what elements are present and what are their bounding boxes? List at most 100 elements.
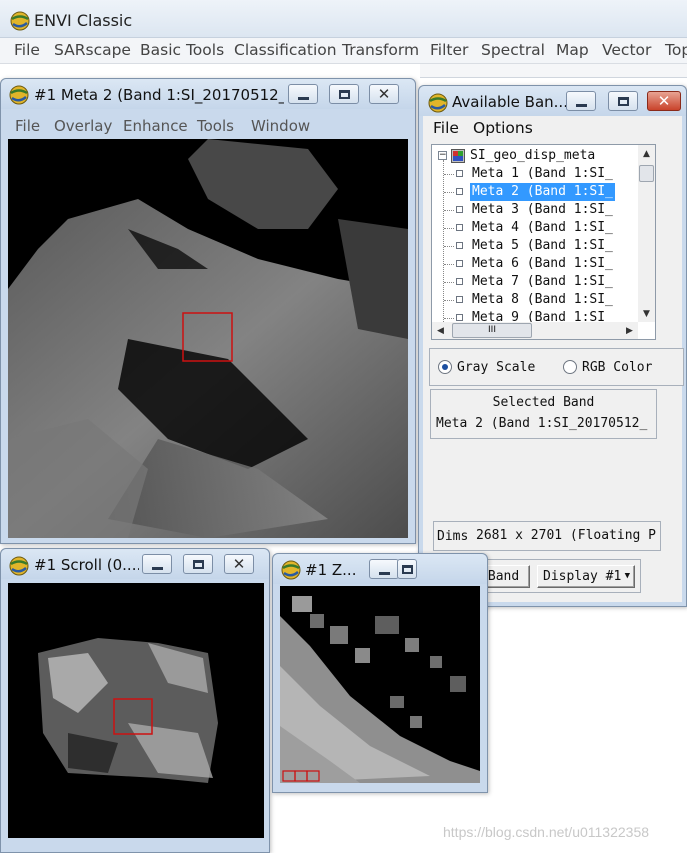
gray-scale-label[interactable]: Gray Scale — [457, 360, 535, 375]
band-item-label: Meta 8 (Band 1:SI_ — [472, 292, 613, 307]
dims-label: Dims — [437, 529, 469, 544]
minimize-button[interactable] — [566, 91, 596, 111]
menu-tools[interactable]: Tools — [197, 117, 234, 135]
scroll-up-icon[interactable]: ▲ — [638, 145, 655, 162]
close-button[interactable]: ✕ — [647, 91, 681, 111]
available-bands-window: Available Ban... ✕ File Options − SI_geo… — [418, 85, 687, 607]
menu-transform[interactable]: Transform — [342, 41, 419, 59]
image-window-title: #1 Meta 2 (Band 1:SI_20170512_... — [34, 86, 284, 104]
tree-horizontal-scrollbar[interactable]: ◀ III ▶ — [432, 322, 638, 339]
tree-guide-line — [444, 192, 454, 193]
band-item[interactable]: Meta 1 (Band 1:SI_ — [432, 165, 637, 183]
sar-image — [8, 139, 408, 538]
dropdown-arrow-icon: ▼ — [624, 571, 630, 581]
scroll-display[interactable] — [8, 583, 264, 838]
minimize-icon — [297, 96, 309, 100]
band-item[interactable]: Meta 8 (Band 1:SI_ — [432, 291, 637, 309]
maximize-button[interactable] — [329, 84, 359, 104]
band-item[interactable]: Meta 6 (Band 1:SI_ — [432, 255, 637, 273]
display-select-value: Display #1 — [543, 569, 622, 584]
scroll-down-icon[interactable]: ▼ — [638, 305, 655, 322]
band-leaf-icon — [456, 260, 463, 267]
scroll-window: #1 Scroll (0.... ✕ — [0, 548, 270, 853]
menu-window[interactable]: Window — [251, 117, 310, 135]
tree-guide-line — [444, 210, 454, 211]
maximize-button[interactable] — [397, 559, 417, 579]
watermark: https://blog.csdn.net/u011322358 — [443, 824, 650, 840]
menu-filter[interactable]: Filter — [430, 41, 468, 59]
envi-globe-icon — [10, 11, 30, 31]
menu-options[interactable]: Options — [473, 119, 533, 137]
band-item[interactable]: Meta 2 (Band 1:SI_ — [432, 183, 637, 201]
menu-spectral[interactable]: Spectral — [481, 41, 545, 59]
band-leaf-icon — [456, 314, 463, 321]
band-item-label: Meta 3 (Band 1:SI_ — [472, 202, 613, 217]
image-display[interactable] — [8, 139, 408, 538]
menu-overlay[interactable]: Overlay — [54, 117, 112, 135]
band-item-label: Meta 5 (Band 1:SI_ — [472, 238, 613, 253]
maximize-button[interactable] — [183, 554, 213, 574]
minimize-button[interactable] — [142, 554, 172, 574]
tree-vertical-scrollbar[interactable]: ▲ ▼ — [638, 145, 655, 322]
minimize-button[interactable] — [288, 84, 318, 104]
band-item[interactable]: Meta 3 (Band 1:SI_ — [432, 201, 637, 219]
menu-sarscape[interactable]: SARscape — [54, 41, 131, 59]
gray-scale-radio[interactable] — [438, 360, 452, 374]
rgb-color-label[interactable]: RGB Color — [582, 360, 652, 375]
close-button[interactable]: ✕ — [369, 84, 399, 104]
menu-file[interactable]: File — [433, 119, 459, 137]
main-title: ENVI Classic — [34, 11, 133, 30]
band-leaf-icon — [456, 278, 463, 285]
band-item-label: Meta 2 (Band 1:SI_ — [470, 183, 615, 201]
zoom-window-titlebar[interactable]: #1 Z... — [273, 554, 487, 584]
color-mode-group: Gray Scale RGB Color — [429, 348, 684, 386]
image-window-titlebar[interactable]: #1 Meta 2 (Band 1:SI_20170512_... ✕ — [1, 79, 415, 109]
selected-band-box: Selected Band Meta 2 (Band 1:SI_20170512… — [430, 389, 657, 439]
menu-topographic[interactable]: Top — [665, 41, 687, 59]
zoom-window-title: #1 Z... — [305, 561, 357, 579]
tree-guide-line — [444, 246, 454, 247]
scroll-thumb[interactable]: III — [452, 323, 532, 338]
scroll-thumb[interactable] — [639, 165, 654, 182]
tree-guide-line — [444, 174, 454, 175]
band-leaf-icon — [456, 188, 463, 195]
minimize-button[interactable] — [369, 559, 399, 579]
zoom-display[interactable] — [280, 586, 480, 783]
menu-file[interactable]: File — [14, 41, 40, 59]
maximize-button[interactable] — [608, 91, 638, 111]
menu-enhance[interactable]: Enhance — [123, 117, 188, 135]
menu-file[interactable]: File — [15, 117, 40, 135]
band-tree[interactable]: − SI_geo_disp_meta Meta 1 (Band 1:SI_ Met… — [431, 144, 656, 340]
envi-globe-icon — [9, 85, 29, 105]
scroll-window-titlebar[interactable]: #1 Scroll (0.... ✕ — [1, 549, 269, 579]
menu-map[interactable]: Map — [556, 41, 589, 59]
bands-window-body: File Options − SI_geo_disp_meta Meta 1 (… — [423, 116, 684, 602]
close-button[interactable]: ✕ — [224, 554, 254, 574]
tree-guide-line — [444, 282, 454, 283]
band-item[interactable]: Meta 5 (Band 1:SI_ — [432, 237, 637, 255]
band-item-label: Meta 1 (Band 1:SI_ — [472, 166, 613, 181]
collapse-icon[interactable]: − — [438, 151, 447, 160]
menu-basic-tools[interactable]: Basic Tools — [140, 41, 224, 59]
bands-window-menubar: File Options — [423, 116, 682, 140]
tree-root-row[interactable]: − SI_geo_disp_meta — [432, 147, 637, 165]
band-item[interactable]: Meta 7 (Band 1:SI_ — [432, 273, 637, 291]
image-window: #1 Meta 2 (Band 1:SI_20170512_... ✕ File… — [0, 78, 416, 544]
band-leaf-icon — [456, 206, 463, 213]
scroll-right-icon[interactable]: ▶ — [621, 322, 638, 339]
rgb-color-radio[interactable] — [563, 360, 577, 374]
scroll-left-icon[interactable]: ◀ — [432, 322, 449, 339]
menu-classification[interactable]: Classification — [234, 41, 337, 59]
band-item[interactable]: Meta 4 (Band 1:SI_ — [432, 219, 637, 237]
zoom-pixel-image — [280, 596, 480, 783]
menu-vector[interactable]: Vector — [602, 41, 651, 59]
file-image-icon — [451, 149, 465, 163]
band-leaf-icon — [456, 296, 463, 303]
zoom-window: #1 Z... — [272, 553, 488, 793]
bands-window-titlebar[interactable]: Available Ban... ✕ — [419, 86, 686, 116]
envi-globe-icon — [428, 93, 448, 113]
main-menubar: File SARscape Basic Tools Classification… — [0, 38, 687, 64]
display-select[interactable]: Display #1 ▼ — [537, 565, 635, 588]
maximize-icon — [192, 559, 204, 569]
selected-band-heading: Selected Band — [492, 395, 595, 410]
